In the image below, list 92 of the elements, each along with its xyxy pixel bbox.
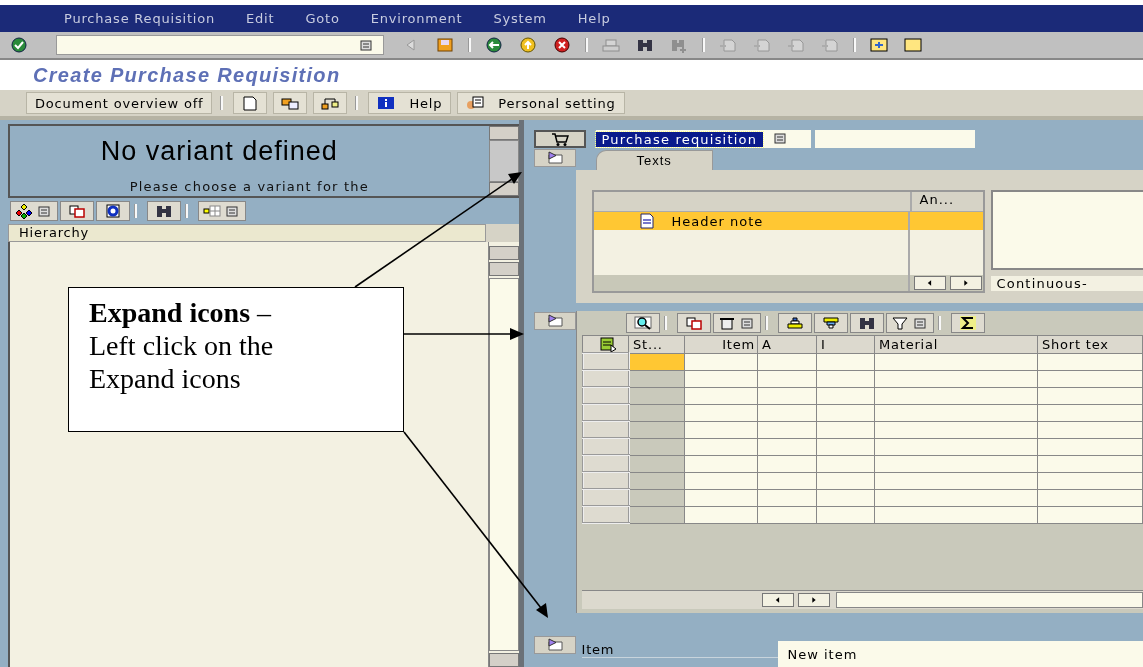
scroll-button[interactable] [913, 276, 946, 290]
check-icon [10, 37, 28, 53]
hierarchy-icon [15, 203, 33, 219]
list-icon [35, 203, 53, 219]
cancel-icon [553, 37, 571, 53]
column-header[interactable]: St... [628, 335, 685, 353]
list-icon [357, 37, 375, 53]
tab[interactable]: Texts [595, 150, 713, 170]
toolbar-button[interactable] [813, 313, 848, 333]
callout-text: Expand icons – Left click on the Expand icons [68, 287, 404, 432]
toolbar-button[interactable]: Document overview off [26, 92, 213, 114]
menu-item[interactable]: System [493, 11, 547, 26]
variant-title: No variant defined [100, 136, 338, 167]
filter-icon [890, 315, 909, 331]
grid-select-icon [598, 336, 617, 352]
cart-button[interactable] [533, 130, 586, 148]
tree-icon [321, 95, 340, 111]
column-header[interactable]: A [757, 335, 817, 353]
input-field[interactable] [815, 130, 976, 148]
magnifier-icon [633, 315, 652, 331]
scrollbar[interactable] [488, 126, 519, 196]
document-icon [241, 95, 260, 111]
format-label: Continuous- [990, 276, 1143, 291]
scroll-button[interactable] [949, 276, 982, 290]
toolbar-button[interactable] [625, 313, 660, 333]
settings-icon [466, 95, 485, 111]
command-field[interactable] [56, 35, 384, 55]
expand-button[interactable] [533, 312, 576, 330]
page-icon [787, 37, 805, 53]
sort-descending-icon [821, 315, 840, 331]
copy-icon [684, 315, 703, 331]
document-icon [637, 213, 656, 229]
layout-icon [203, 203, 221, 219]
expand-icon [545, 150, 564, 166]
menu-item[interactable]: Goto [305, 11, 340, 26]
scrollbar[interactable] [835, 592, 1143, 608]
toolbar-button[interactable] [777, 313, 812, 333]
text-type-label: Header note [671, 213, 764, 229]
menu-item[interactable]: Edit [246, 11, 275, 26]
expand-icon [545, 637, 564, 653]
toolbar-button[interactable] [712, 313, 761, 333]
binoculars-icon [155, 203, 173, 219]
documents-icon [281, 95, 300, 111]
row-selector[interactable] [582, 353, 629, 370]
toolbar-button[interactable]: Personal setting [457, 92, 625, 114]
screen-title: Create Purchase Requisition [33, 63, 341, 87]
window-icon [904, 37, 922, 53]
document-type-field[interactable]: Purchase requisition [595, 130, 812, 148]
toolbar-button[interactable] [273, 92, 308, 114]
expand-icon [545, 313, 564, 329]
variant-hint: Please choose a variant for the [129, 179, 369, 194]
refresh-icon [104, 203, 122, 219]
window-icon [870, 37, 888, 53]
toolbar-button[interactable] [147, 201, 181, 221]
column-header[interactable]: Item [684, 335, 758, 353]
page-icon [821, 37, 839, 53]
column-header[interactable]: Short tex [1037, 335, 1143, 353]
scroll-button[interactable] [761, 593, 794, 607]
toolbar-button[interactable]: Help [368, 92, 452, 114]
binoculars-icon [636, 37, 654, 53]
column-header[interactable]: I [816, 335, 875, 353]
page-icon [719, 37, 737, 53]
toolbar-button[interactable] [10, 201, 58, 221]
menu-item[interactable]: Environment [370, 11, 463, 26]
menu-item[interactable]: Purchase Requisition [64, 11, 215, 26]
select-all-button[interactable] [582, 335, 629, 353]
page-icon [753, 37, 771, 53]
scroll-button[interactable] [797, 593, 830, 607]
save-icon [436, 37, 454, 53]
sort-ascending-icon [785, 315, 804, 331]
print-icon [602, 37, 620, 53]
binoculars-plus-icon [670, 37, 688, 53]
menu-item[interactable]: Help [577, 11, 611, 26]
scrollbar[interactable] [487, 242, 519, 667]
binoculars-icon [857, 315, 876, 331]
text-editor[interactable] [990, 190, 1143, 270]
cart-icon [550, 131, 569, 147]
list-icon [223, 203, 241, 219]
toolbar-button[interactable] [96, 201, 130, 221]
expand-button[interactable] [533, 149, 576, 167]
back-icon [485, 37, 503, 53]
toolbar-button[interactable] [849, 313, 884, 333]
expand-button[interactable] [533, 636, 576, 654]
info-icon [377, 95, 396, 111]
copy-icon [68, 203, 86, 219]
item-field[interactable]: New item [777, 641, 1143, 667]
column-header[interactable]: Hierarchy [8, 224, 486, 242]
toolbar-button[interactable] [950, 313, 985, 333]
trash-icon [717, 315, 736, 331]
item-label: Item [581, 642, 778, 658]
sum-icon [958, 315, 977, 331]
column-header[interactable]: Material [874, 335, 1038, 353]
